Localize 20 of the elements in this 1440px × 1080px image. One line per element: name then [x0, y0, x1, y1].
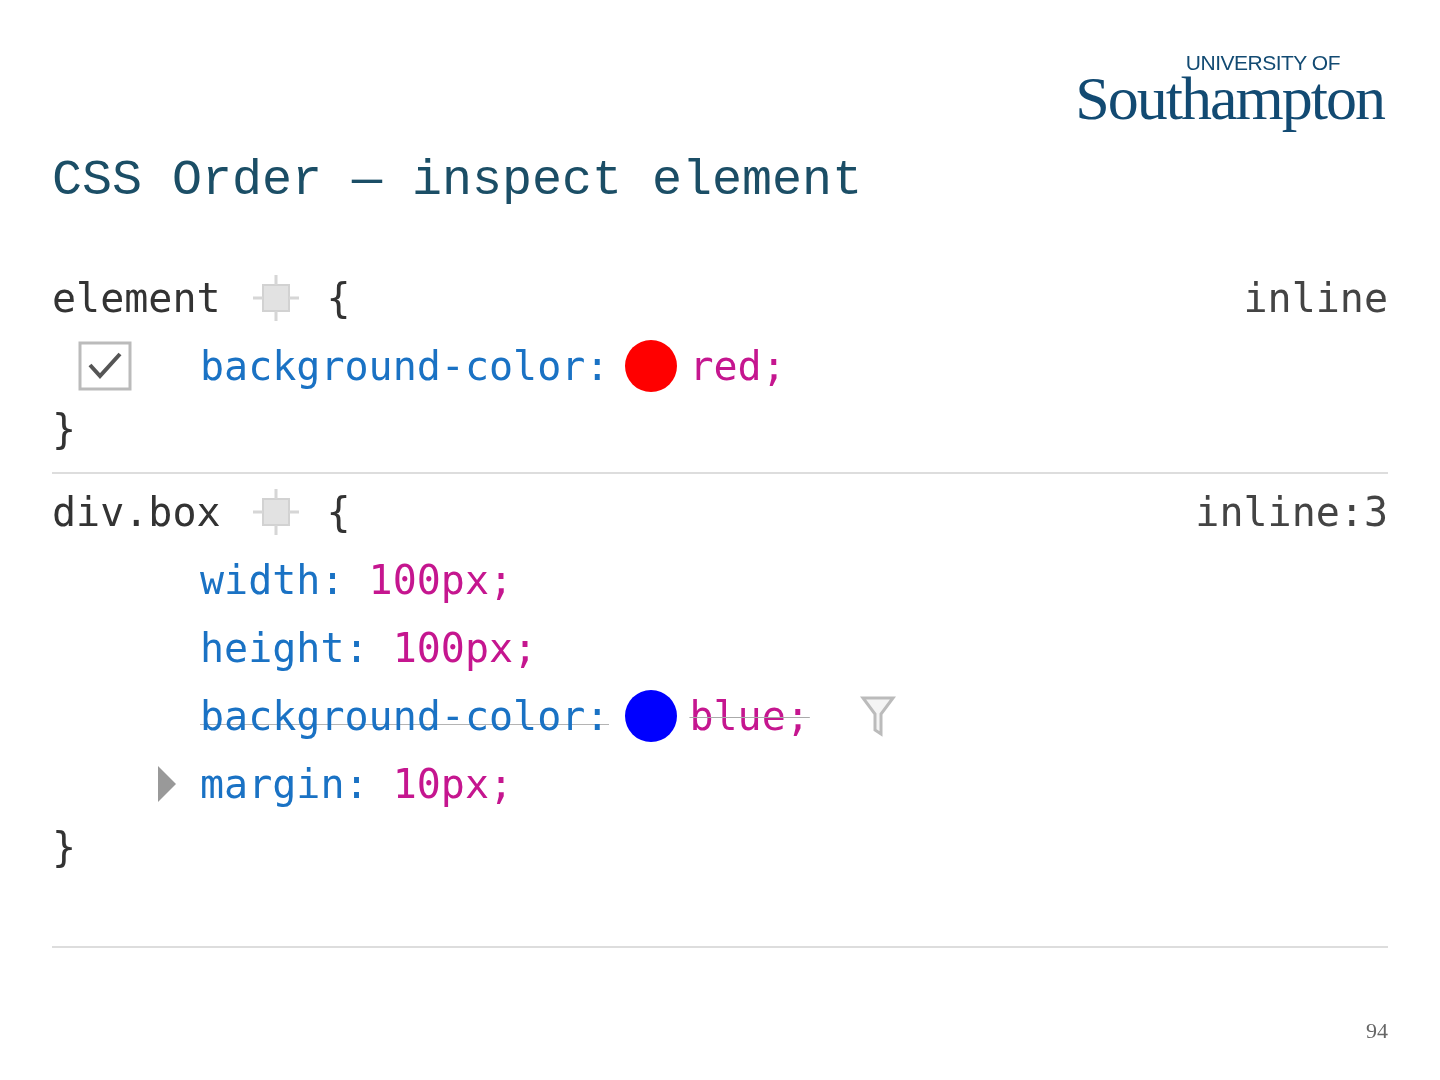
open-brace: {	[326, 488, 351, 537]
property-value: 100px;	[392, 624, 538, 673]
property-value: blue;	[689, 692, 810, 741]
slide-title: CSS Order — inspect element	[52, 151, 864, 211]
property-name: margin:	[200, 760, 369, 809]
property-value: 10px;	[392, 760, 514, 809]
property-value: red;	[689, 342, 786, 391]
close-brace: }	[52, 405, 77, 454]
property-name: background-color:	[200, 342, 610, 391]
selector: div.box	[52, 488, 221, 537]
property-name: width:	[200, 556, 345, 605]
expand-triangle-icon[interactable]	[156, 764, 178, 804]
selector: element	[52, 274, 221, 323]
close-brace: }	[52, 823, 77, 872]
checkbox[interactable]	[78, 341, 132, 391]
property-value: 100px;	[368, 556, 514, 605]
page-number: 94	[1365, 1017, 1388, 1045]
filter-icon[interactable]	[859, 694, 896, 738]
property-name: height:	[200, 624, 369, 673]
open-brace: {	[326, 274, 351, 323]
